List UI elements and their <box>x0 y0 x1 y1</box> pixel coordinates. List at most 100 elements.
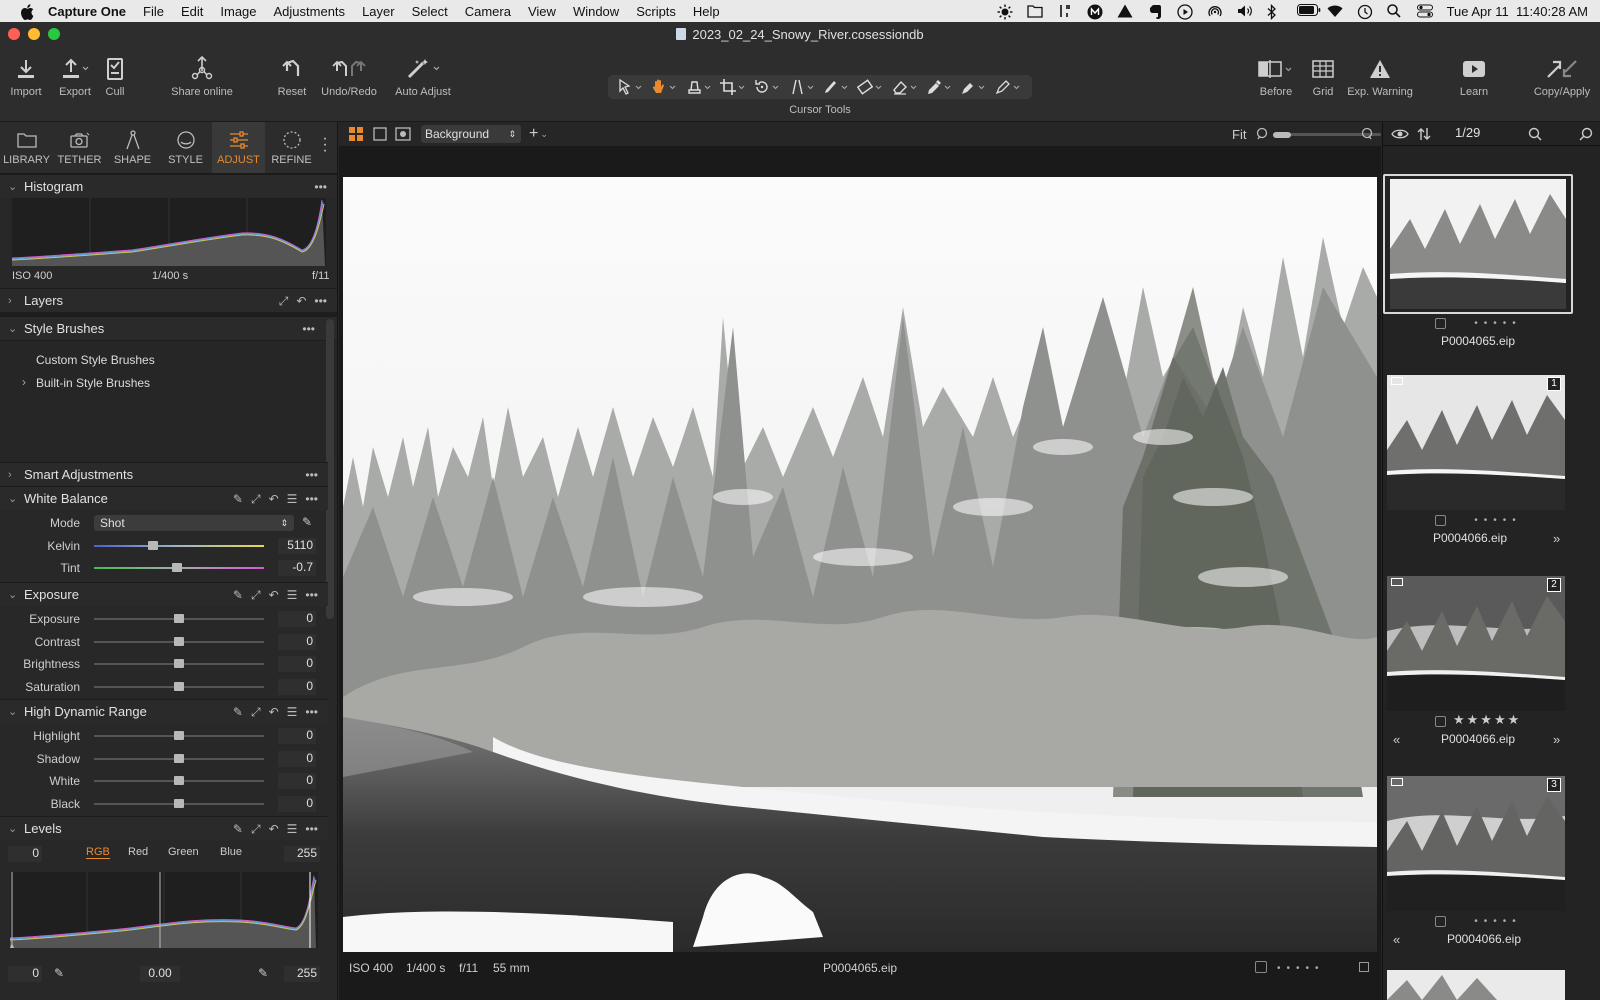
zoom-in-icon[interactable] <box>1359 127 1373 141</box>
reset-icon[interactable]: ↶ <box>269 492 279 506</box>
wb-picker-icon[interactable]: ✎ <box>302 515 312 529</box>
white-slider[interactable] <box>94 776 264 785</box>
next-variant-icon[interactable]: » <box>1553 531 1560 546</box>
saturation-slider[interactable] <box>94 681 264 691</box>
bluetooth-icon[interactable] <box>1267 3 1283 21</box>
thumbnail-1[interactable] <box>1383 174 1573 314</box>
thumbnail-3-checkbox[interactable] <box>1435 716 1446 727</box>
levels-header[interactable]: ⌄ Levels ✎ ⤢ ↶ ☰ ••• <box>0 816 328 840</box>
thumbnail-3[interactable] <box>1387 576 1565 711</box>
cull-button[interactable]: Cull <box>98 52 132 98</box>
undo-redo-button[interactable]: Undo/Redo <box>318 52 380 98</box>
reset-icon[interactable]: ↶ <box>269 588 279 602</box>
layer-select[interactable]: Background ⇕ <box>421 125 521 143</box>
thumbnail-4-rating[interactable]: ••••• <box>1403 916 1593 927</box>
time-machine-icon[interactable] <box>1357 4 1373 20</box>
exposure-warning-button[interactable]: Exp. Warning <box>1344 52 1416 98</box>
auto-adjust-button[interactable]: Auto Adjust <box>390 52 456 98</box>
learn-button[interactable]: Learn <box>1454 52 1494 98</box>
more-options-icon[interactable]: ••• <box>305 468 318 482</box>
menu-edit[interactable]: Edit <box>181 4 203 19</box>
menu-file[interactable]: File <box>143 4 164 19</box>
select-checkbox[interactable] <box>1255 961 1267 973</box>
copy-apply-button[interactable]: Copy/Apply <box>1530 52 1594 98</box>
annotate-icon[interactable] <box>994 78 1024 96</box>
style-brushes-header[interactable]: ⌄ Style Brushes ••• <box>0 316 337 340</box>
pick-icon[interactable]: ⤢ <box>279 294 289 309</box>
levels-input-high[interactable]: 255 <box>284 846 320 862</box>
menu-camera[interactable]: Camera <box>465 4 511 19</box>
histogram-header[interactable]: ⌄ Histogram ••• <box>0 174 337 198</box>
multi-view-icon[interactable] <box>349 127 363 141</box>
layers-header[interactable]: › Layers ⤢ ↶ ••• <box>0 288 337 312</box>
picker-icon[interactable]: ✎ <box>233 588 243 602</box>
before-button[interactable]: Before <box>1250 52 1302 98</box>
thumbnail-4[interactable] <box>1387 776 1565 911</box>
levels-input-low[interactable]: 0 <box>8 846 42 862</box>
thumbnail-3-stars[interactable]: ★★★★★ <box>1453 712 1521 728</box>
zoom-slider-knob[interactable] <box>1273 131 1291 138</box>
brush-icon[interactable] <box>822 78 852 96</box>
kelvin-slider-knob[interactable] <box>148 540 159 550</box>
menu-app[interactable]: Capture One <box>48 4 126 19</box>
crop-icon[interactable] <box>719 78 749 96</box>
stamp-icon[interactable] <box>685 78 715 96</box>
reset-icon[interactable]: ↶ <box>269 822 279 836</box>
control-center-icon[interactable] <box>1416 4 1433 18</box>
white-point-picker-icon[interactable]: ✎ <box>258 966 268 980</box>
levels-histogram[interactable] <box>10 868 318 950</box>
eraser-icon[interactable] <box>891 78 921 96</box>
pick-icon[interactable]: ⤢ <box>251 492 261 507</box>
rating-dots[interactable]: ••••• <box>1277 963 1325 974</box>
more-options-icon[interactable]: ••• <box>314 294 327 308</box>
more-options-icon[interactable]: ••• <box>305 705 318 719</box>
tools-icon[interactable] <box>1057 4 1073 18</box>
chevron-down-icon[interactable]: ⌄ <box>540 129 548 140</box>
battery-icon[interactable] <box>1296 4 1320 18</box>
zoom-icon[interactable] <box>1579 127 1593 141</box>
volume-icon[interactable] <box>1237 4 1253 18</box>
tab-style[interactable]: STYLE <box>159 122 212 173</box>
next-variant-icon[interactable]: » <box>1553 732 1560 747</box>
tab-adjust[interactable]: ADJUST <box>212 122 265 173</box>
smart-adjustments-header[interactable]: › Smart Adjustments ••• <box>0 462 328 486</box>
levels-tab-rgb[interactable]: RGB <box>86 846 110 859</box>
color-tag-icon[interactable] <box>1359 962 1369 972</box>
more-options-icon[interactable]: ••• <box>305 492 318 506</box>
proof-view-icon[interactable] <box>395 127 411 141</box>
wifi-icon[interactable] <box>1327 4 1343 18</box>
select-cursor-icon[interactable] <box>616 78 646 96</box>
hdr-header[interactable]: ⌄ High Dynamic Range ✎ ⤢ ↶ ☰ ••• <box>0 699 328 723</box>
more-options-icon[interactable]: ••• <box>314 180 327 194</box>
menu-window[interactable]: Window <box>573 4 619 19</box>
levels-tab-green[interactable]: Green <box>168 846 199 858</box>
more-options-icon[interactable]: ••• <box>305 588 318 602</box>
play-circle-icon[interactable] <box>1176 4 1193 20</box>
presets-icon[interactable]: ☰ <box>287 822 298 836</box>
airdrop-icon[interactable] <box>1207 4 1223 18</box>
eye-icon[interactable] <box>1391 128 1409 140</box>
pick-icon[interactable]: ⤢ <box>251 822 261 837</box>
contrast-slider[interactable] <box>94 636 264 646</box>
picker-icon[interactable]: ✎ <box>233 822 243 836</box>
levels-output-high[interactable]: 255 <box>284 966 320 982</box>
kelvin-value[interactable]: 5110 <box>278 537 316 554</box>
more-options-icon[interactable]: ••• <box>305 822 318 836</box>
single-view-icon[interactable] <box>373 127 387 141</box>
zoom-fit-label[interactable]: Fit <box>1232 127 1246 142</box>
tint-slider-knob[interactable] <box>172 563 183 572</box>
brightness-icon[interactable] <box>997 4 1013 20</box>
exposure-header[interactable]: ⌄ Exposure ✎ ⤢ ↶ ☰ ••• <box>0 582 328 606</box>
levels-tab-red[interactable]: Red <box>128 846 148 858</box>
black-slider[interactable] <box>94 798 264 808</box>
tab-library[interactable]: LIBRARY <box>0 122 53 173</box>
picker-icon[interactable]: ✎ <box>233 492 243 506</box>
tint-value[interactable]: -0.7 <box>278 560 316 576</box>
thumbnail-2-rating[interactable]: ••••• <box>1403 515 1593 526</box>
menu-scripts[interactable]: Scripts <box>636 4 676 19</box>
levels-tab-blue[interactable]: Blue <box>220 846 242 858</box>
color-picker-icon[interactable] <box>925 78 955 96</box>
white-balance-header[interactable]: ⌄ White Balance ✎ ⤢ ↶ ☰ ••• <box>0 486 328 510</box>
add-layer-icon[interactable]: + <box>529 125 538 143</box>
menubar-clock[interactable]: Tue Apr 11 11:40:28 AM <box>1447 4 1588 19</box>
